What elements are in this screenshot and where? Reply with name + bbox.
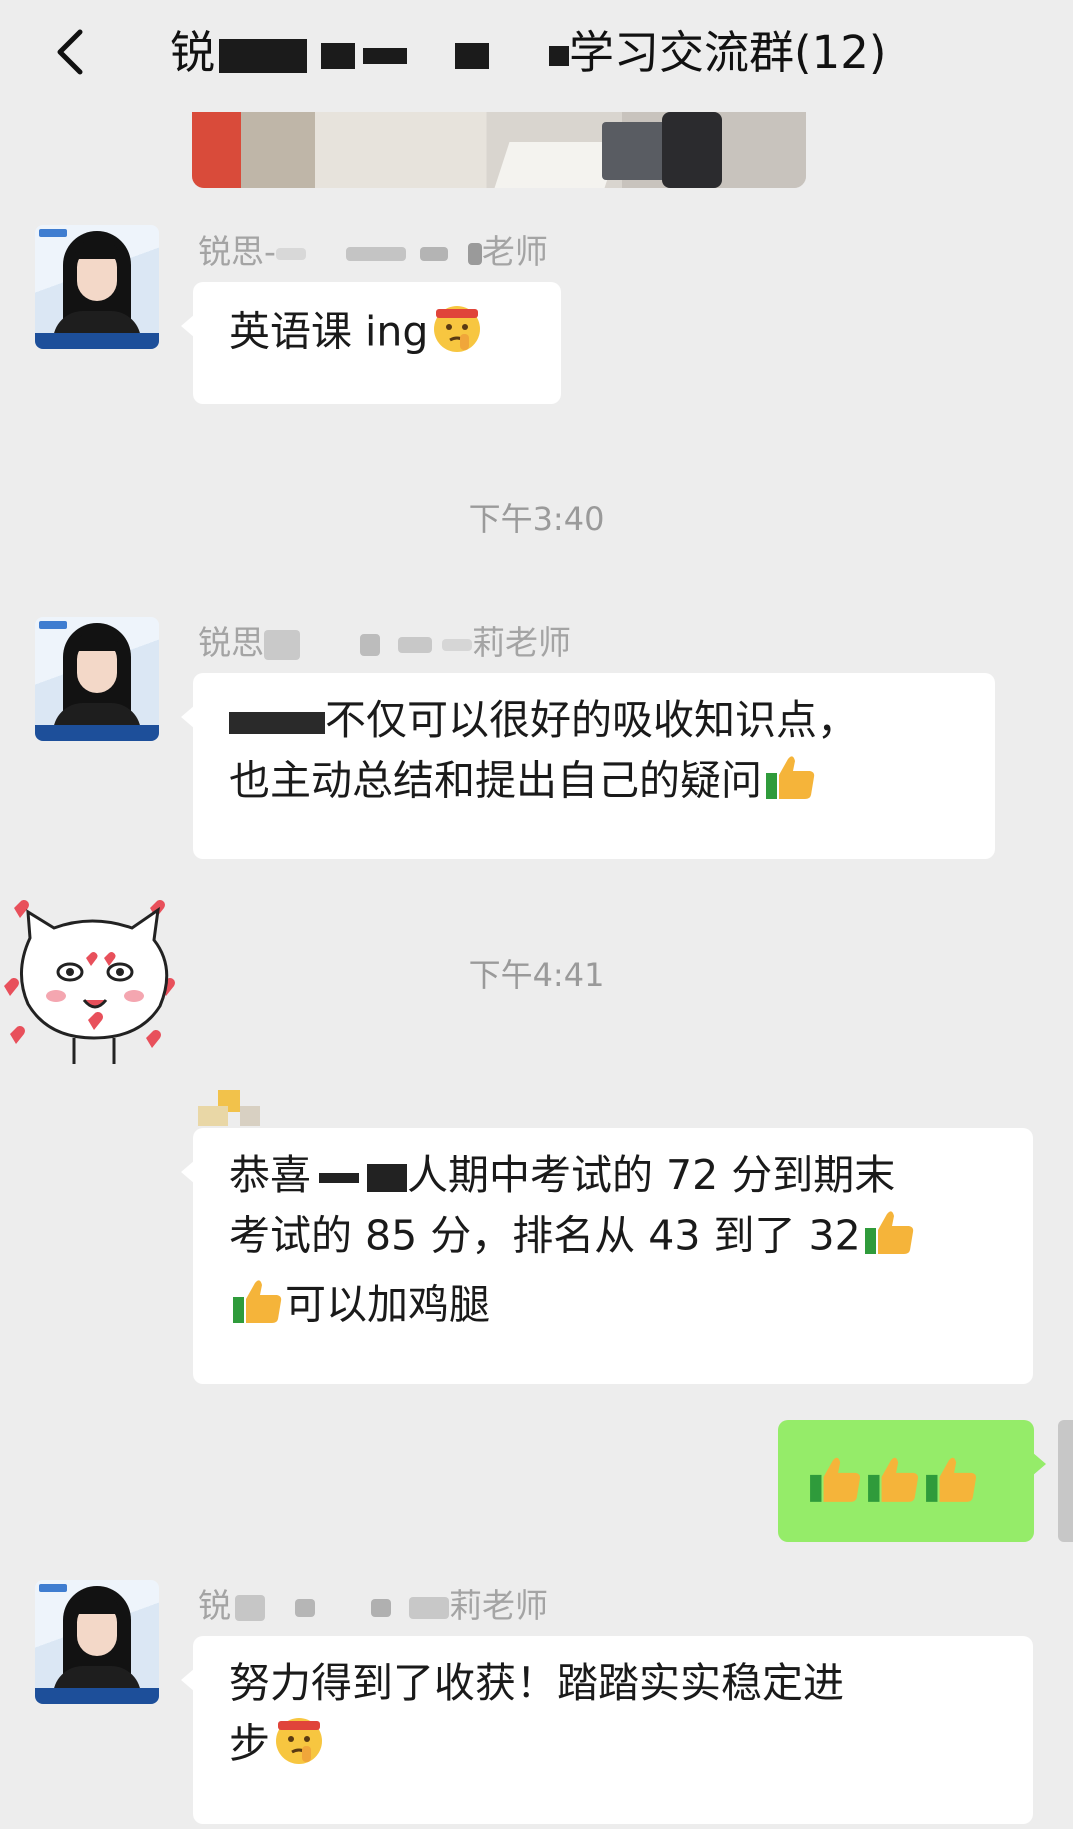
- timestamp: 下午3:40: [468, 500, 605, 538]
- redacted-block: [321, 43, 356, 69]
- thumbs-up-icon: [924, 1450, 980, 1521]
- sender-name: 锐思 莉老师: [198, 623, 571, 662]
- message-line: 努力得到了收获！踏踏实实稳定进: [229, 1659, 844, 1707]
- thumbs-up-icon: [231, 1273, 285, 1342]
- thumbs-up-icon: [866, 1450, 922, 1521]
- redacted-name: [229, 712, 325, 734]
- shushing-face-icon: [272, 1712, 326, 1781]
- sender-name: 锐莉老师: [198, 1586, 548, 1625]
- own-avatar-edge[interactable]: [1058, 1420, 1073, 1542]
- message-line: 步: [229, 1712, 997, 1781]
- sender-name: 锐思- 老师: [198, 232, 548, 271]
- redacted-block: [219, 39, 308, 73]
- message-bubble[interactable]: 努力得到了收获！踏踏实实稳定进 步: [181, 1636, 1033, 1824]
- shared-photo[interactable]: [192, 112, 806, 188]
- teacher-avatar[interactable]: [35, 225, 159, 349]
- message-line: 也主动总结和提出自己的疑问: [229, 749, 959, 818]
- message-line: 恭喜 人期中考试的 72 分到期末: [229, 1151, 896, 1199]
- chat-title-prefix: 锐: [170, 26, 216, 79]
- teacher-avatar[interactable]: [35, 1580, 159, 1704]
- teacher-avatar[interactable]: [35, 617, 159, 741]
- thumbs-up-icon: [764, 749, 818, 818]
- own-message-bubble[interactable]: [778, 1420, 1046, 1542]
- message-line: 考试的 85 分，排名从 43 到了 32: [229, 1204, 997, 1273]
- message-line: 可以加鸡腿: [229, 1273, 997, 1342]
- chat-title: 锐 学习交流群(12): [170, 18, 1040, 88]
- thumbs-up-icon: [808, 1450, 864, 1521]
- message-bubble[interactable]: 英语课 ing: [181, 282, 561, 404]
- message-line: 不仅可以很好的吸收知识点，: [229, 691, 959, 749]
- message-bubble[interactable]: 不仅可以很好的吸收知识点， 也主动总结和提出自己的疑问: [181, 673, 995, 859]
- redacted-block: [363, 48, 408, 64]
- message-text: 英语课 ing: [229, 307, 429, 356]
- redacted-block: [549, 46, 570, 66]
- cat-sticker-avatar[interactable]: [0, 868, 190, 1068]
- redacted-name: [367, 1164, 407, 1192]
- sender-name-blurred: [198, 1090, 278, 1126]
- shushing-face-icon: [430, 300, 484, 369]
- redacted-name: [319, 1173, 359, 1183]
- back-arrow-icon[interactable]: [46, 22, 96, 82]
- thumbs-up-icon: [863, 1204, 917, 1273]
- redacted-block: [455, 43, 490, 69]
- message-bubble[interactable]: 恭喜 人期中考试的 72 分到期末 考试的 85 分，排名从 43 到了 32 可…: [181, 1128, 1033, 1384]
- chat-title-suffix: 学习交流群(12): [569, 26, 887, 79]
